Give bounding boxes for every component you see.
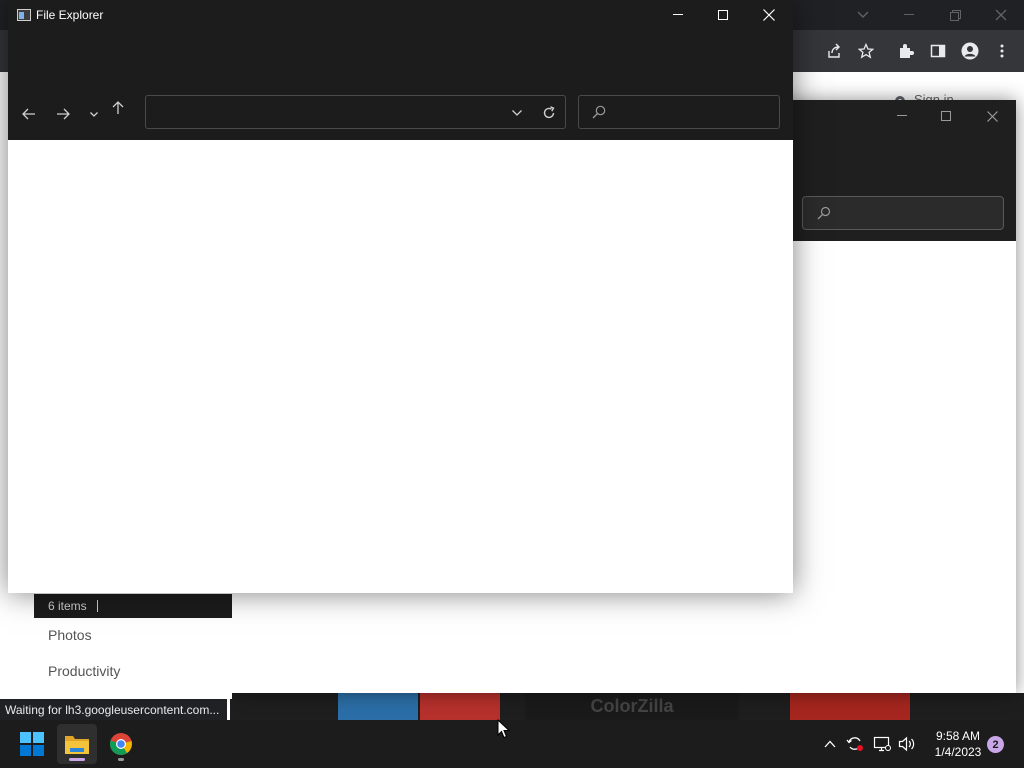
kebab-menu-icon (1000, 44, 1004, 58)
notification-badge[interactable]: 2 (987, 736, 1004, 753)
chevron-up-icon (824, 740, 836, 748)
item-count: 6 items (48, 599, 87, 613)
file-explorer-window: File Explorer (8, 0, 793, 593)
share-icon (828, 43, 840, 58)
chrome-restore-button[interactable] (932, 0, 978, 30)
refresh-button[interactable] (537, 101, 561, 125)
up-button[interactable] (106, 96, 130, 120)
sync-icon (846, 737, 863, 751)
clock-time: 9:58 AM (935, 729, 981, 743)
speaker-icon (898, 736, 915, 752)
start-button[interactable] (12, 724, 52, 764)
chrome-icon (109, 733, 132, 755)
file-list-area[interactable] (8, 140, 793, 593)
thumbnail[interactable] (420, 693, 500, 720)
search-icon (592, 105, 606, 119)
address-bar[interactable] (145, 95, 566, 129)
chrome-minimize-button[interactable] (886, 0, 932, 30)
thumbnail[interactable] (790, 693, 910, 720)
mouse-cursor-icon (497, 719, 511, 739)
taskbar-chrome[interactable] (101, 724, 141, 764)
side-panel-icon (930, 44, 946, 58)
address-history-button[interactable] (506, 102, 528, 124)
show-hidden-icons-button[interactable] (820, 734, 840, 754)
running-indicator (118, 758, 124, 761)
colorzilla-thumbnail[interactable]: ColorZilla (525, 693, 739, 720)
file-explorer-app-icon (17, 9, 31, 21)
refresh-icon (543, 106, 555, 119)
recent-locations-button[interactable] (82, 102, 106, 126)
network-button[interactable] (872, 734, 892, 754)
arrow-up-icon (112, 101, 124, 114)
side-panel-button[interactable] (926, 39, 950, 63)
close-button[interactable] (746, 0, 792, 30)
arrow-right-icon (57, 108, 70, 120)
restore-icon (949, 9, 961, 21)
status-separator (96, 600, 98, 612)
profile-button[interactable] (958, 39, 982, 63)
back-button[interactable] (17, 102, 41, 126)
navigation-bar (8, 88, 793, 140)
network-icon (873, 736, 891, 752)
nav-item-photos[interactable]: Photos (48, 627, 92, 643)
chevron-down-icon (512, 110, 522, 116)
explorer-status-bar: 6 items (34, 594, 232, 618)
minimize-button[interactable] (880, 105, 924, 127)
window-title: File Explorer (36, 8, 104, 22)
maximize-button[interactable] (700, 0, 746, 30)
chevron-down-icon (857, 11, 869, 18)
volume-button[interactable] (897, 734, 917, 754)
search-icon (817, 206, 831, 220)
clock-date: 1/4/2023 (934, 745, 982, 759)
minimize-icon (897, 115, 907, 116)
bookmark-button[interactable] (854, 39, 878, 63)
close-icon (986, 110, 998, 122)
command-bar (8, 32, 793, 88)
page-load-status: Waiting for lh3.googleusercontent.com... (0, 699, 228, 721)
active-indicator (69, 758, 85, 761)
star-icon (858, 43, 874, 59)
chrome-menu-button[interactable] (990, 39, 1014, 63)
search-field[interactable] (802, 196, 1004, 230)
windows-logo-icon (20, 732, 44, 756)
minimize-button[interactable] (655, 0, 701, 30)
close-button[interactable] (970, 105, 1014, 127)
nav-item-productivity[interactable]: Productivity (48, 663, 120, 679)
thumbnail[interactable] (338, 693, 418, 720)
sync-status-button[interactable] (845, 734, 865, 754)
chrome-close-button[interactable] (978, 0, 1024, 30)
minimize-icon (673, 14, 683, 15)
folder-icon (65, 736, 89, 754)
maximize-icon (718, 10, 728, 20)
minimize-icon (904, 14, 914, 15)
taskbar: 9:58 AM 1/4/2023 2 (0, 720, 1024, 768)
maximize-button[interactable] (924, 105, 968, 127)
share-button[interactable] (822, 39, 846, 63)
arrow-left-icon (22, 108, 35, 120)
chevron-down-icon (90, 111, 98, 117)
forward-button[interactable] (51, 102, 75, 126)
search-input[interactable] (609, 104, 769, 122)
search-box[interactable] (578, 95, 780, 129)
close-icon (763, 9, 775, 21)
avatar-icon (961, 42, 979, 60)
tab-search-button[interactable] (840, 0, 886, 30)
taskbar-clock[interactable]: 9:58 AM 1/4/2023 (930, 728, 986, 760)
window-titlebar: File Explorer (8, 0, 793, 32)
extensions-button[interactable] (894, 39, 918, 63)
taskbar-file-explorer[interactable] (57, 724, 97, 764)
close-icon (995, 9, 1007, 21)
puzzle-icon (900, 44, 914, 58)
maximize-icon (941, 111, 951, 121)
